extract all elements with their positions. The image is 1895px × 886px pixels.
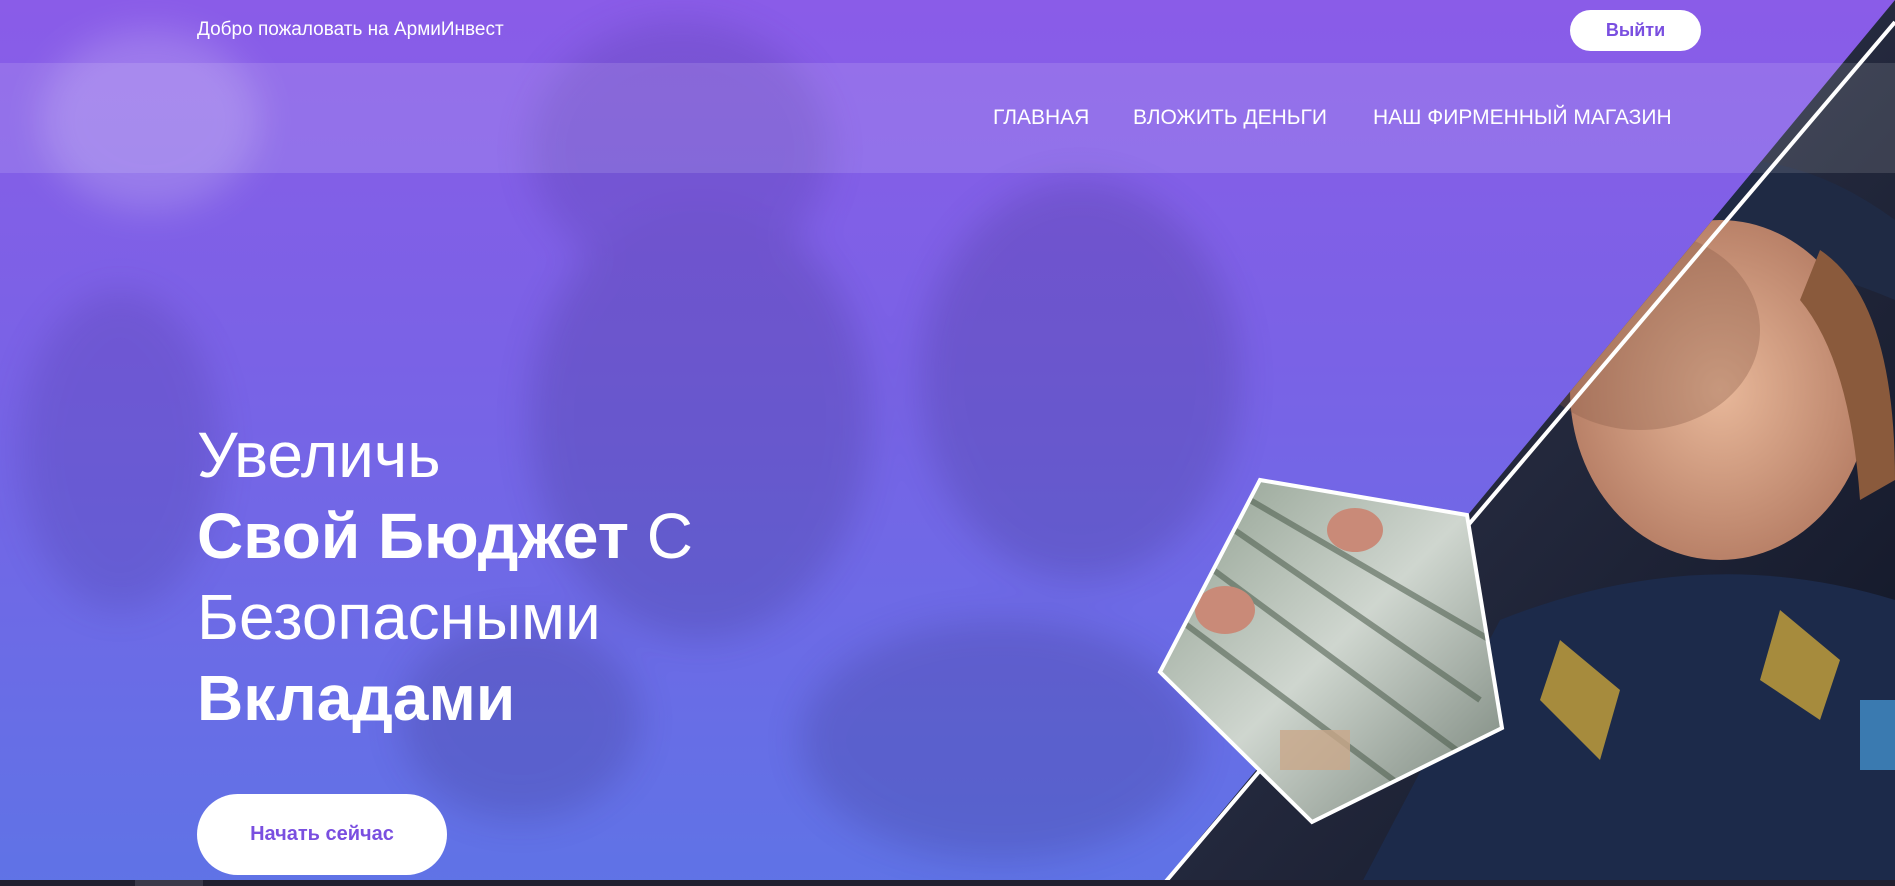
horizontal-scrollbar[interactable] xyxy=(0,880,1895,886)
nav-item-invest[interactable]: ВЛОЖИТЬ ДЕНЬГИ xyxy=(1133,106,1327,130)
start-now-button[interactable]: Начать сейчас xyxy=(197,794,447,875)
logout-button[interactable]: Выйти xyxy=(1570,10,1701,51)
hero-line-2-light: С xyxy=(629,500,693,572)
welcome-text: Добро пожаловать на АрмиИнвест xyxy=(197,19,504,40)
scrollbar-thumb[interactable] xyxy=(135,880,203,886)
main-nav: ГЛАВНАЯ ВЛОЖИТЬ ДЕНЬГИ НАШ ФИРМЕННЫЙ МАГ… xyxy=(0,63,1895,173)
nav-item-home[interactable]: ГЛАВНАЯ xyxy=(993,106,1089,130)
hero-line-4: Вкладами xyxy=(197,662,516,734)
top-bar: Добро пожаловать на АрмиИнвест Выйти xyxy=(0,0,1895,63)
hero-headline: Увеличь Свой Бюджет С Безопасными Вклада… xyxy=(197,415,693,739)
nav-item-shop[interactable]: НАШ ФИРМЕННЫЙ МАГАЗИН xyxy=(1373,106,1672,130)
hero-line-2-bold: Свой Бюджет xyxy=(197,500,629,572)
hero-page: Добро пожаловать на АрмиИнвест Выйти ГЛА… xyxy=(0,0,1895,886)
hero-line-3: Безопасными xyxy=(197,581,601,653)
hero-line-1: Увеличь xyxy=(197,419,441,491)
